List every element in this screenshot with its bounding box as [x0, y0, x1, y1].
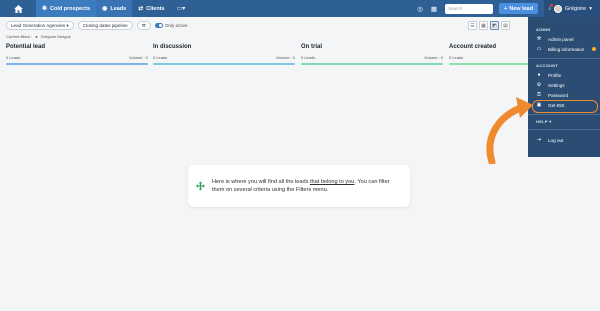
user-menu-button[interactable]: ♪ Grégoire ▾ [544, 0, 600, 17]
key-icon: ⚿ [537, 92, 541, 98]
belong-to-you-link[interactable]: that belong to you [310, 179, 354, 185]
wrench-icon: ⚒ [536, 36, 542, 42]
column-volume: Volume : 0 [276, 55, 295, 60]
new-lead-button[interactable]: + New lead [499, 3, 539, 14]
wrench-icon: ⚒ [141, 22, 146, 28]
globe-icon[interactable]: ◎ [417, 5, 423, 13]
calendar-icon[interactable]: ▦ [431, 5, 437, 13]
admin-panel-label: Admin panel [548, 36, 574, 42]
user-icon: ● [537, 72, 541, 78]
tab-label: Clients [146, 5, 165, 12]
pipeline-view-icon[interactable]: ◩ [490, 21, 499, 30]
more-tabs-button[interactable]: ▭▾ [171, 0, 192, 17]
column-color-bar [449, 63, 529, 65]
chart-view-icon[interactable]: ▤ [501, 21, 510, 30]
pipeline-column: Account created 0 Leads [449, 44, 529, 65]
top-navbar: ✱ Cold prospects ◉ Leads ⇄ Clients ▭▾ ◎ … [0, 0, 600, 17]
user-name: Grégoire [564, 5, 587, 12]
column-title: In discussion [153, 44, 192, 50]
chat-icon: ▭▾ [176, 6, 186, 12]
handshake-icon: ⇄ [138, 6, 144, 12]
gear-icon: ⚙ [536, 82, 542, 88]
column-volume: Volume : 0 [424, 55, 443, 60]
empty-state-card: Here is where you will find all the lead… [188, 165, 410, 207]
help-label: HELP [536, 119, 548, 124]
current-filter-value[interactable]: Grégoire Morgue [41, 34, 71, 39]
tab-label: Leads [110, 5, 127, 12]
pipeline-column: On trial 0 Leads Volume : 0 [301, 44, 443, 65]
chevron-down-icon: ▾ [589, 5, 592, 12]
agency-filter-label: Lead Generation Agencies [11, 23, 66, 28]
logout-icon: ⇥ [536, 137, 542, 143]
home-button[interactable] [0, 0, 36, 17]
settings-label: Settings [548, 82, 565, 88]
column-color-bar [6, 63, 148, 65]
filter-bar: Lead Generation Agencies ▾ Closing dates… [6, 21, 188, 30]
empty-text-part: Here is where you will find all the lead… [212, 179, 310, 185]
get-reward-highlight-ring [532, 100, 598, 113]
profile-link[interactable]: ● Profile [528, 70, 600, 80]
move-arrows-icon [196, 181, 205, 191]
tab-leads[interactable]: ◉ Leads [96, 0, 133, 17]
current-filters: Current filters : ● Grégoire Morgue [6, 34, 71, 39]
profile-label: Profile [548, 72, 562, 78]
lead-count: 0 Leads [6, 55, 21, 60]
grid-view-icon[interactable]: ▦ [479, 21, 488, 30]
notification-badge [549, 3, 553, 7]
pipeline-column: Potential lead 0 Leads Volume : 0 [6, 44, 148, 65]
new-lead-label: New lead [509, 5, 534, 12]
filter-settings-button[interactable]: ⚒ [136, 21, 151, 30]
column-title: Potential lead [6, 44, 46, 50]
tab-cold-prospects[interactable]: ✱ Cold prospects [36, 0, 97, 17]
billing-link[interactable]: ▭ Billing information [528, 44, 600, 54]
user-icon: ● [35, 34, 38, 39]
column-color-bar [301, 63, 443, 65]
lead-count: 0 Leads [449, 55, 464, 60]
tab-clients[interactable]: ⇄ Clients [132, 0, 170, 17]
toggle-switch[interactable] [154, 23, 163, 28]
empty-state-text: Here is where you will find all the lead… [212, 178, 402, 194]
pipeline-column: In discussion 0 Leads Volume : 0 [153, 44, 295, 65]
list-view-icon[interactable]: ☰ [468, 21, 477, 30]
pipeline-label: Closing dates pipeline [82, 23, 128, 28]
annotation-arrow [486, 97, 533, 164]
home-icon [13, 4, 23, 13]
only-active-label: Only active [164, 23, 188, 28]
plus-icon: + [504, 5, 508, 12]
billing-label: Billing information [548, 46, 585, 52]
lead-count: 0 Leads [301, 55, 316, 60]
view-switcher: ☰ ▦ ◩ ▤ [468, 21, 510, 30]
target-icon: ◉ [102, 6, 108, 12]
only-active-toggle[interactable]: Only active [154, 23, 188, 28]
pipeline-dropdown[interactable]: Closing dates pipeline [77, 21, 133, 30]
column-color-bar [153, 63, 295, 65]
snowflake-icon: ✱ [42, 6, 48, 12]
password-label: Password [548, 92, 569, 98]
avatar [553, 4, 562, 13]
settings-link[interactable]: ⚙ Settings [528, 80, 600, 90]
column-title: Account created [449, 44, 497, 50]
password-link[interactable]: ⚿ Password [528, 90, 600, 100]
tab-label: Cold prospects [50, 5, 91, 12]
warning-badge [592, 47, 597, 51]
logout-link[interactable]: ⇥ Log out [528, 135, 600, 145]
user-dropdown-menu: ADMIN ⚒ Admin panel ▭ Billing information … [528, 17, 600, 157]
current-filters-label: Current filters : [6, 34, 33, 39]
column-volume: Volume : 0 [129, 55, 148, 60]
agency-filter-dropdown[interactable]: Lead Generation Agencies ▾ [6, 21, 74, 30]
search-input[interactable]: Search [445, 3, 494, 14]
column-title: On trial [301, 44, 323, 50]
notification-bell-icon[interactable]: ♪ [548, 3, 553, 12]
admin-panel-link[interactable]: ⚒ Admin panel [528, 34, 600, 44]
card-icon: ▭ [536, 46, 542, 52]
logout-label: Log out [548, 137, 564, 143]
lead-count: 0 Leads [153, 55, 168, 60]
